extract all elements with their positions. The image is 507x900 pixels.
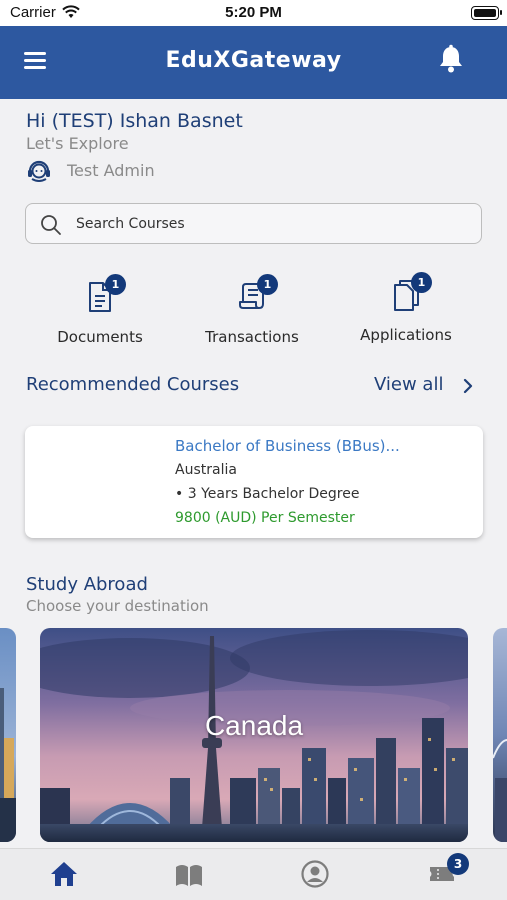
profile-icon[interactable]	[300, 859, 330, 889]
role-name: Test Admin	[67, 161, 155, 180]
destination-name: Canada	[204, 710, 304, 741]
notification-bell-icon[interactable]	[437, 44, 465, 74]
course-card[interactable]: Bachelor of Business (BBus)... Australia…	[25, 426, 483, 538]
documents-button[interactable]: 1 Documents	[20, 274, 180, 354]
home-icon[interactable]	[49, 859, 79, 889]
course-country: Australia	[175, 462, 237, 478]
study-abroad-subtitle: Choose your destination	[26, 597, 209, 615]
chevron-right-icon[interactable]	[462, 378, 474, 394]
search-icon	[41, 215, 61, 235]
support-agent-icon	[28, 160, 50, 182]
destination-image	[0, 628, 16, 842]
user-greeting: Hi (TEST) Ishan Basnet	[26, 110, 243, 132]
transactions-button[interactable]: 1 Transactions	[172, 274, 332, 354]
course-title[interactable]: Bachelor of Business (BBus)...	[175, 437, 400, 455]
app-bar: EduXGateway	[0, 26, 507, 99]
app-title: EduXGateway	[165, 48, 342, 73]
search-input[interactable]	[76, 212, 456, 236]
transactions-badge: 1	[257, 274, 278, 295]
applications-button[interactable]: 1 Applications	[326, 272, 486, 352]
study-abroad-title: Study Abroad	[26, 574, 148, 595]
course-duration: • 3 Years Bachelor Degree	[175, 486, 360, 502]
battery-icon	[471, 6, 502, 20]
ticket-badge: 3	[447, 853, 469, 875]
documents-badge: 1	[105, 274, 126, 295]
destination-card-next[interactable]	[493, 628, 507, 842]
status-bar: Carrier 5:20 PM	[0, 0, 507, 26]
recommended-courses-title: Recommended Courses	[26, 374, 240, 395]
book-icon[interactable]	[174, 859, 204, 889]
bottom-tab-bar	[0, 848, 507, 900]
destination-card[interactable]: Canada	[40, 628, 468, 842]
transactions-label: Transactions	[205, 328, 299, 346]
course-fee: 9800 (AUD) Per Semester	[175, 510, 355, 526]
applications-badge: 1	[411, 272, 432, 293]
view-all-link[interactable]: View all	[374, 374, 443, 395]
destination-image	[493, 628, 507, 842]
applications-label: Applications	[360, 326, 452, 344]
clock: 5:20 PM	[225, 4, 282, 21]
search-bar[interactable]	[25, 203, 482, 244]
documents-label: Documents	[57, 328, 143, 346]
destination-card-previous[interactable]	[0, 628, 16, 842]
explore-subtitle: Let's Explore	[26, 134, 129, 153]
